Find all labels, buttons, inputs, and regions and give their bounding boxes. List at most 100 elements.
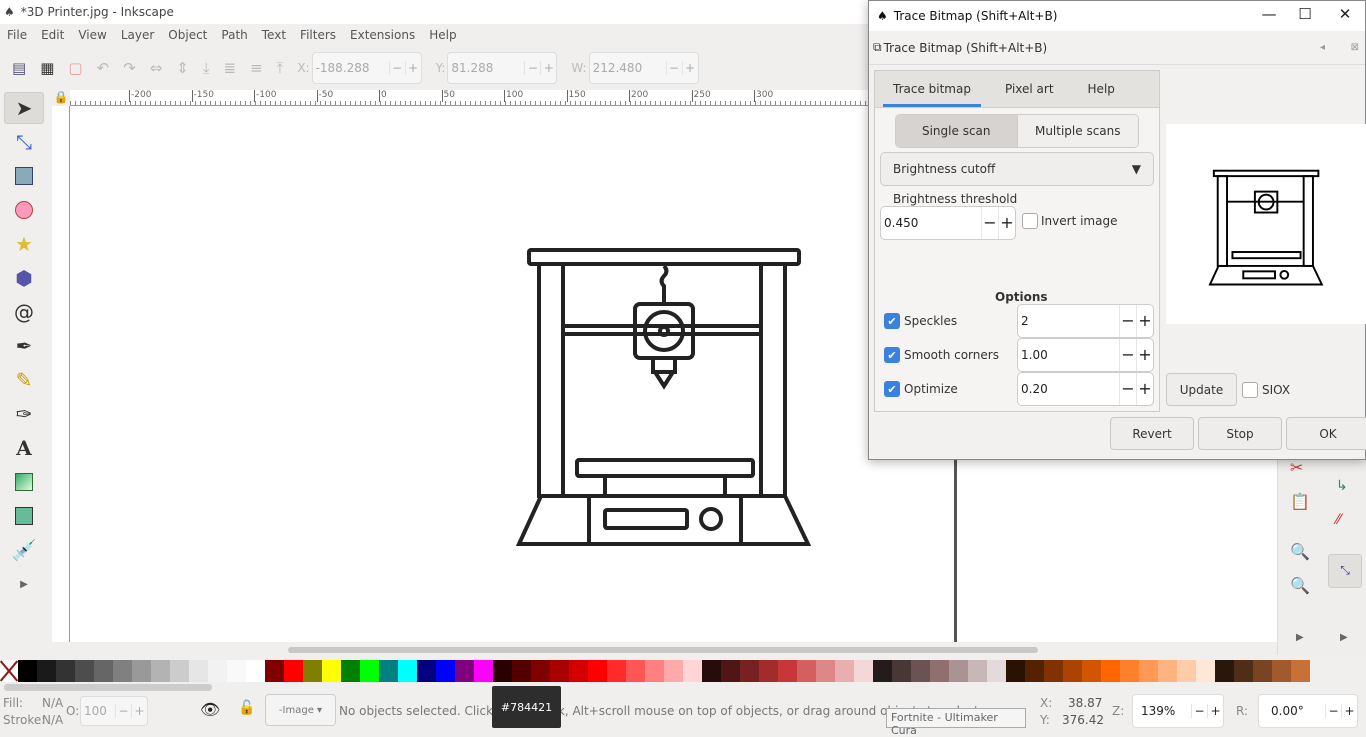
color-swatch[interactable]	[778, 660, 797, 682]
color-swatch[interactable]	[683, 660, 702, 682]
select-all-icon[interactable]: ▤	[12, 59, 26, 77]
color-swatch[interactable]	[417, 660, 436, 682]
color-swatch[interactable]	[911, 660, 930, 682]
snap-bbox-icon[interactable]: ⤡	[1328, 554, 1362, 588]
menu-file[interactable]: File	[0, 28, 34, 42]
color-swatch[interactable]	[1082, 660, 1101, 682]
single-scan-button[interactable]: Single scan	[896, 115, 1018, 147]
expand-arrow-icon[interactable]: ▶	[1296, 632, 1304, 643]
color-swatch[interactable]	[854, 660, 873, 682]
decrement-button[interactable]: −	[1119, 305, 1136, 337]
color-swatch[interactable]	[835, 660, 854, 682]
flip-vertical-icon[interactable]: ⇕	[176, 59, 189, 77]
menu-extensions[interactable]: Extensions	[343, 28, 422, 42]
color-swatch[interactable]	[170, 660, 189, 682]
opacity-input[interactable]: 100− +	[80, 696, 148, 726]
color-swatch[interactable]	[987, 660, 1006, 682]
threshold-input[interactable]: 0.450 − +	[880, 206, 1016, 240]
snap-path-icon[interactable]: ↳	[1336, 478, 1348, 494]
color-swatch[interactable]	[379, 660, 398, 682]
color-swatch[interactable]	[968, 660, 987, 682]
spiral-tool[interactable]: @	[4, 296, 44, 328]
vertical-ruler[interactable]	[52, 106, 70, 642]
color-swatch[interactable]	[512, 660, 531, 682]
menu-layer[interactable]: Layer	[114, 28, 161, 42]
color-swatch[interactable]	[37, 660, 56, 682]
color-swatch[interactable]	[341, 660, 360, 682]
color-swatch[interactable]	[56, 660, 75, 682]
color-swatch[interactable]	[246, 660, 265, 682]
color-swatch[interactable]	[702, 660, 721, 682]
calligraphy-tool[interactable]: ✑	[4, 398, 44, 430]
color-swatch[interactable]	[1025, 660, 1044, 682]
siox-checkbox[interactable]	[1242, 382, 1258, 398]
color-swatch[interactable]	[721, 660, 740, 682]
tab-help[interactable]: Help	[1078, 71, 1125, 107]
color-swatch[interactable]	[1253, 660, 1272, 682]
color-swatch[interactable]	[474, 660, 493, 682]
deselect-icon[interactable]: ▢	[68, 59, 82, 77]
close-button[interactable]: ✕	[1325, 5, 1365, 23]
color-swatch[interactable]	[531, 660, 550, 682]
lower-bottom-icon[interactable]: ⤓	[203, 59, 210, 77]
revert-button[interactable]: Revert	[1110, 417, 1194, 450]
rectangle-tool[interactable]	[4, 160, 44, 192]
increment-button[interactable]: +	[404, 61, 421, 75]
color-swatch[interactable]	[75, 660, 94, 682]
layer-dropdown[interactable]: -Image ▾	[265, 694, 336, 726]
pencil-tool[interactable]: ✎	[4, 364, 44, 396]
color-swatch[interactable]	[493, 660, 512, 682]
decrement-button[interactable]: −	[1325, 704, 1341, 718]
3d-box-tool[interactable]: ⬢	[4, 262, 44, 294]
color-swatch[interactable]	[1139, 660, 1158, 682]
menu-path[interactable]: Path	[214, 28, 254, 42]
horizontal-ruler[interactable]: -200 -150 -100 -50 0 50 100 150 200 250 300	[70, 90, 870, 106]
color-swatch[interactable]	[626, 660, 645, 682]
color-swatch[interactable]	[1006, 660, 1025, 682]
color-swatch[interactable]	[113, 660, 132, 682]
increment-button[interactable]: +	[131, 704, 147, 718]
color-swatch[interactable]	[18, 660, 37, 682]
increment-button[interactable]: +	[681, 61, 698, 75]
increment-button[interactable]: +	[540, 61, 556, 75]
color-swatch[interactable]	[1291, 660, 1310, 682]
color-swatch[interactable]	[930, 660, 949, 682]
color-swatch[interactable]	[1234, 660, 1253, 682]
color-swatch[interactable]	[208, 660, 227, 682]
color-swatch[interactable]	[740, 660, 759, 682]
color-swatch[interactable]	[303, 660, 322, 682]
lower-icon[interactable]: ≣	[224, 59, 237, 77]
cut-icon[interactable]: ✂	[1290, 458, 1303, 477]
trace-mode-dropdown[interactable]: Brightness cutoff ▼	[880, 152, 1154, 186]
multiple-scans-button[interactable]: Multiple scans	[1017, 115, 1138, 147]
menu-object[interactable]: Object	[161, 28, 214, 42]
color-swatch[interactable]	[1063, 660, 1082, 682]
color-swatch[interactable]	[759, 660, 778, 682]
smooth-corners-input[interactable]: 1.00 − +	[1017, 338, 1154, 372]
lock-layer-icon[interactable]: 🔓	[238, 700, 255, 716]
paste-icon[interactable]: 📋	[1290, 492, 1310, 511]
dropper-tool[interactable]: 💉	[4, 534, 44, 566]
snap-nodes-icon[interactable]: ⁄⁄	[1336, 512, 1341, 528]
node-tool[interactable]: ⤡	[4, 126, 44, 158]
toggle-visibility-icon[interactable]: 👁	[200, 700, 220, 719]
menu-filters[interactable]: Filters	[293, 28, 343, 42]
color-swatch[interactable]	[873, 660, 892, 682]
decrement-button[interactable]: −	[1119, 373, 1136, 405]
increment-button[interactable]: +	[1207, 704, 1223, 718]
star-tool[interactable]: ★	[4, 228, 44, 260]
optimize-checkbox[interactable]: ✔	[884, 381, 900, 397]
printer-bitmap[interactable]	[515, 246, 815, 556]
pen-tool[interactable]: ✒	[4, 330, 44, 362]
color-swatch[interactable]	[892, 660, 911, 682]
color-swatch[interactable]	[455, 660, 474, 682]
rotate-ccw-icon[interactable]: ↶	[97, 59, 110, 77]
x-input[interactable]: -188.288 − +	[311, 52, 422, 84]
decrement-button[interactable]: −	[388, 61, 405, 75]
color-swatch[interactable]	[284, 660, 303, 682]
increment-button[interactable]: +	[1136, 339, 1153, 371]
invert-image-checkbox[interactable]	[1022, 213, 1038, 229]
menu-help[interactable]: Help	[422, 28, 463, 42]
color-swatch[interactable]	[816, 660, 835, 682]
color-swatch[interactable]	[1177, 660, 1196, 682]
